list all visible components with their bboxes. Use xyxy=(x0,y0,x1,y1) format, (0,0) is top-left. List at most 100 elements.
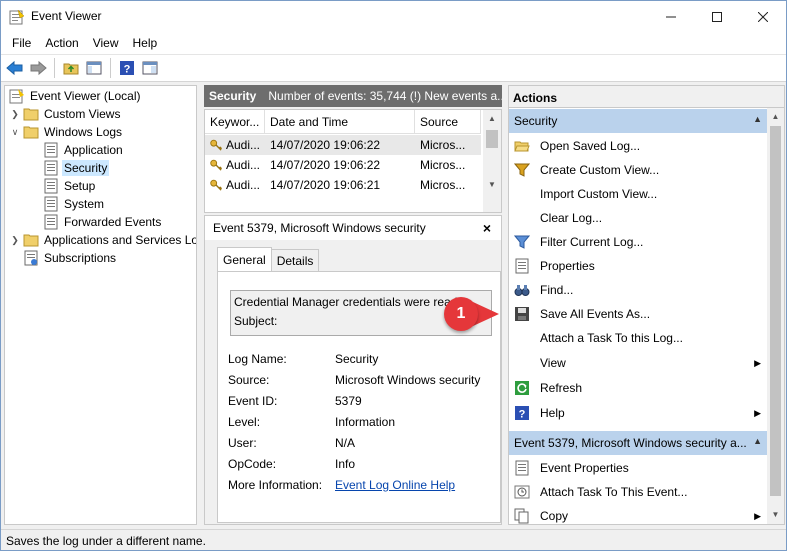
action-filter-current-log[interactable]: Filter Current Log... xyxy=(509,230,767,254)
table-row[interactable]: Audi... 14/07/2020 19:06:22 Micros... xyxy=(205,155,481,175)
column-source[interactable]: Source xyxy=(415,110,481,133)
tree-label: Application xyxy=(64,143,123,157)
action-clear-log[interactable]: Clear Log... xyxy=(509,206,767,230)
scroll-up-icon[interactable]: ▲ xyxy=(767,112,784,121)
save-disk-icon xyxy=(515,307,529,321)
menu-help[interactable]: Help xyxy=(126,36,165,50)
log-info: Number of events: 35,744 (!) New events … xyxy=(268,89,502,103)
event-detail-title: Event 5379, Microsoft Windows security xyxy=(205,216,501,240)
tree-item-forwarded-events[interactable]: Forwarded Events xyxy=(41,213,163,231)
event-viewer-icon xyxy=(9,89,24,104)
actions-section-event[interactable]: Event 5379, Microsoft Windows security a… xyxy=(509,431,767,455)
binoculars-icon xyxy=(514,285,530,296)
action-import-custom-view[interactable]: Import Custom View... xyxy=(509,182,767,206)
show-hide-console-tree-icon[interactable] xyxy=(84,58,104,78)
action-event-properties[interactable]: Event Properties xyxy=(509,456,767,480)
chevron-right-icon[interactable]: ❯ xyxy=(9,235,21,246)
menu-view[interactable]: View xyxy=(86,36,126,50)
prop-value: 5379 xyxy=(335,394,362,408)
minimize-button[interactable] xyxy=(648,1,694,32)
action-refresh[interactable]: Refresh xyxy=(509,376,767,400)
scrollbar-thumb[interactable] xyxy=(486,130,498,148)
action-label: Save All Events As... xyxy=(540,307,651,321)
folder-icon xyxy=(23,108,39,121)
tree-label: Subscriptions xyxy=(44,251,117,265)
blank-icon xyxy=(514,355,530,371)
scroll-down-icon[interactable]: ▼ xyxy=(483,180,501,189)
action-label: Attach a Task To this Log... xyxy=(540,331,683,345)
column-keywords[interactable]: Keywor... xyxy=(205,110,265,133)
action-open-saved-log[interactable]: Open Saved Log... xyxy=(509,134,767,158)
prop-level: Level: Information xyxy=(228,415,395,433)
task-clock-icon xyxy=(514,485,530,499)
scroll-up-icon[interactable]: ▲ xyxy=(483,114,501,123)
tree-item-applications-and-services[interactable]: ❯ Applications and Services Lo xyxy=(9,231,197,249)
key-icon xyxy=(210,159,223,171)
action-save-all-events-as[interactable]: Save All Events As... xyxy=(509,302,767,326)
tree-label: Setup xyxy=(64,179,96,193)
collapse-up-icon[interactable]: ▲ xyxy=(753,114,762,124)
table-row[interactable]: Audi... 14/07/2020 19:06:21 Micros... xyxy=(205,175,481,195)
back-icon[interactable] xyxy=(5,58,25,78)
detail-tabs: General Details xyxy=(217,247,320,273)
tree-item-setup[interactable]: Setup xyxy=(41,177,97,195)
menu-file[interactable]: File xyxy=(5,36,38,50)
scroll-down-icon[interactable]: ▼ xyxy=(767,510,784,519)
action-help[interactable]: ? Help ▶ xyxy=(509,401,767,425)
action-attach-task-to-event[interactable]: Attach Task To This Event... xyxy=(509,480,767,504)
close-button[interactable] xyxy=(740,1,786,32)
action-find[interactable]: Find... xyxy=(509,278,767,302)
forward-icon[interactable] xyxy=(28,58,48,78)
event-list-scrollbar[interactable]: ▲ ▼ xyxy=(483,110,501,212)
cell-source: Micros... xyxy=(420,138,466,152)
svg-text:?: ? xyxy=(519,409,526,421)
tree-item-custom-views[interactable]: ❯ Custom Views xyxy=(9,105,122,123)
svg-text:?: ? xyxy=(124,64,131,76)
chevron-right-icon[interactable]: ❯ xyxy=(9,109,21,120)
action-view[interactable]: View ▶ xyxy=(509,351,767,375)
key-icon xyxy=(210,139,223,151)
maximize-button[interactable] xyxy=(694,1,740,32)
tree-item-event-viewer-local[interactable]: Event Viewer (Local) xyxy=(7,87,143,105)
tree-item-application[interactable]: Application xyxy=(41,141,125,159)
event-log-online-help-link[interactable]: Event Log Online Help xyxy=(335,478,455,492)
up-folder-icon[interactable] xyxy=(61,58,81,78)
table-row[interactable]: Audi... 14/07/2020 19:06:22 Micros... xyxy=(205,135,481,155)
prop-log-name: Log Name: Security xyxy=(228,352,378,370)
scrollbar-thumb[interactable] xyxy=(770,126,781,496)
action-properties[interactable]: Properties xyxy=(509,254,767,278)
prop-value: Security xyxy=(335,352,379,366)
event-viewer-app-icon xyxy=(9,9,25,25)
action-label: Copy xyxy=(540,509,569,523)
column-date-time[interactable]: Date and Time xyxy=(265,110,415,133)
tree-label: Applications and Services Lo xyxy=(44,233,197,247)
actions-scrollbar[interactable]: ▲ ▼ xyxy=(767,108,784,524)
action-attach-task-to-log[interactable]: Attach a Task To this Log... xyxy=(509,326,767,350)
menu-action[interactable]: Action xyxy=(38,36,85,50)
status-bar: Saves the log under a different name. xyxy=(1,529,786,550)
cell-datetime: 14/07/2020 19:06:22 xyxy=(270,138,381,152)
prop-user: User: N/A xyxy=(228,436,355,454)
prop-key: Log Name: xyxy=(228,352,287,366)
actions-title: Actions xyxy=(509,86,784,108)
tab-details[interactable]: Details xyxy=(270,249,320,273)
action-label: Create Custom View... xyxy=(540,163,660,177)
actions-section-security[interactable]: Security ▲ xyxy=(509,109,767,133)
chevron-down-icon[interactable]: ∨ xyxy=(9,127,21,138)
prop-more-information: More Information: Event Log Online Help xyxy=(228,478,455,496)
tree-item-system[interactable]: System xyxy=(41,195,106,213)
action-copy[interactable]: Copy ▶ xyxy=(509,504,767,524)
collapse-up-icon[interactable]: ▲ xyxy=(753,436,762,446)
show-action-pane-icon[interactable] xyxy=(140,58,160,78)
help-icon[interactable]: ? xyxy=(117,58,137,78)
prop-source: Source: Microsoft Windows security xyxy=(228,373,480,391)
window-title: Event Viewer xyxy=(31,9,102,23)
tree-item-windows-logs[interactable]: ∨ Windows Logs xyxy=(9,123,124,141)
tree-label: System xyxy=(64,197,105,211)
tab-general[interactable]: General xyxy=(217,247,272,273)
event-list: Keywor... Date and Time Source Audi... 1… xyxy=(204,109,502,213)
close-icon[interactable]: × xyxy=(483,220,491,236)
action-create-custom-view[interactable]: Create Custom View... xyxy=(509,158,767,182)
tree-item-security[interactable]: Security xyxy=(41,159,110,177)
tree-item-subscriptions[interactable]: Subscriptions xyxy=(21,249,118,267)
